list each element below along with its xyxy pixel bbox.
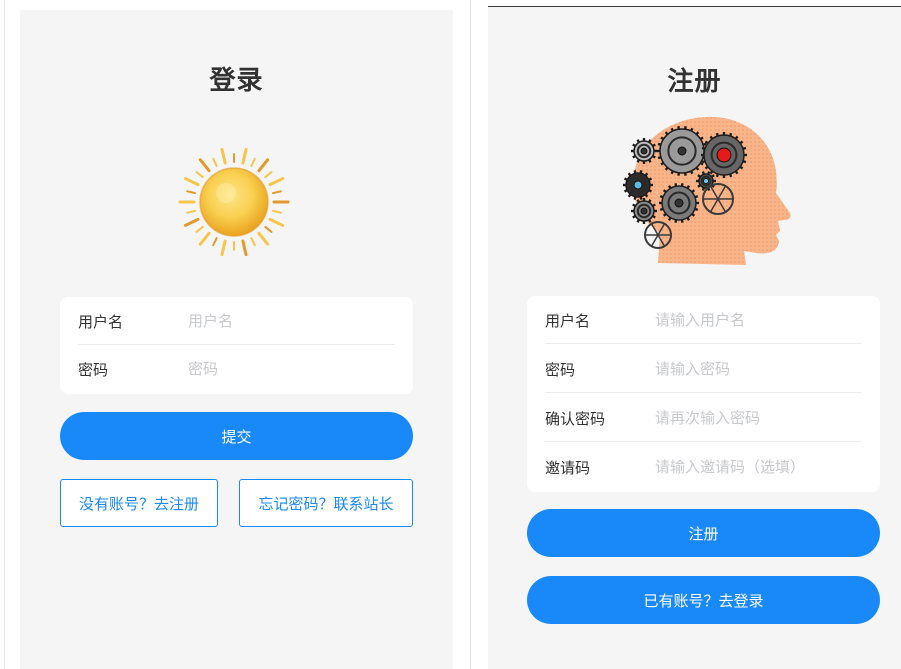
head-gears-icon	[623, 116, 791, 265]
login-username-label: 用户名	[78, 312, 124, 331]
register-password-row: 密码	[545, 345, 862, 393]
register-form-card: 用户名 密码 确认密码 邀请码	[527, 296, 880, 492]
register-invite-input[interactable]	[655, 458, 862, 476]
register-panel: 注册 用户名 密码 确认密码 邀请码	[488, 7, 901, 669]
register-username-label: 用户名	[545, 311, 591, 330]
login-panel: 登录 用户名 密码 提交 没有账号？去注册 忘记密码？联系站长	[20, 10, 453, 669]
sun-icon	[178, 147, 290, 257]
go-register-button[interactable]: 没有账号？去注册	[60, 479, 218, 527]
forgot-password-button[interactable]: 忘记密码？联系站长	[239, 479, 413, 527]
register-username-input[interactable]	[655, 311, 862, 329]
login-submit-button[interactable]: 提交	[60, 412, 413, 460]
register-confirm-label: 确认密码	[545, 409, 606, 428]
left-divider	[4, 0, 5, 669]
register-submit-button[interactable]: 注册	[527, 509, 880, 557]
login-password-label: 密码	[78, 360, 109, 379]
row-divider	[545, 441, 862, 442]
login-username-input[interactable]	[188, 312, 395, 330]
register-invite-row: 邀请码	[545, 443, 862, 491]
row-divider	[545, 343, 862, 344]
register-password-input[interactable]	[655, 360, 862, 378]
login-form-card: 用户名 密码	[60, 297, 413, 394]
register-confirm-input[interactable]	[655, 409, 862, 427]
register-confirm-row: 确认密码	[545, 394, 862, 442]
middle-divider	[470, 0, 471, 669]
login-password-input[interactable]	[188, 360, 395, 378]
register-username-row: 用户名	[545, 296, 862, 344]
register-password-label: 密码	[545, 360, 576, 379]
login-password-row: 密码	[78, 345, 395, 393]
login-title: 登录	[209, 66, 264, 96]
register-title: 注册	[667, 67, 722, 97]
go-login-button[interactable]: 已有账号？去登录	[527, 576, 880, 624]
login-username-row: 用户名	[78, 297, 395, 345]
row-divider	[545, 392, 862, 393]
register-invite-label: 邀请码	[545, 458, 591, 477]
